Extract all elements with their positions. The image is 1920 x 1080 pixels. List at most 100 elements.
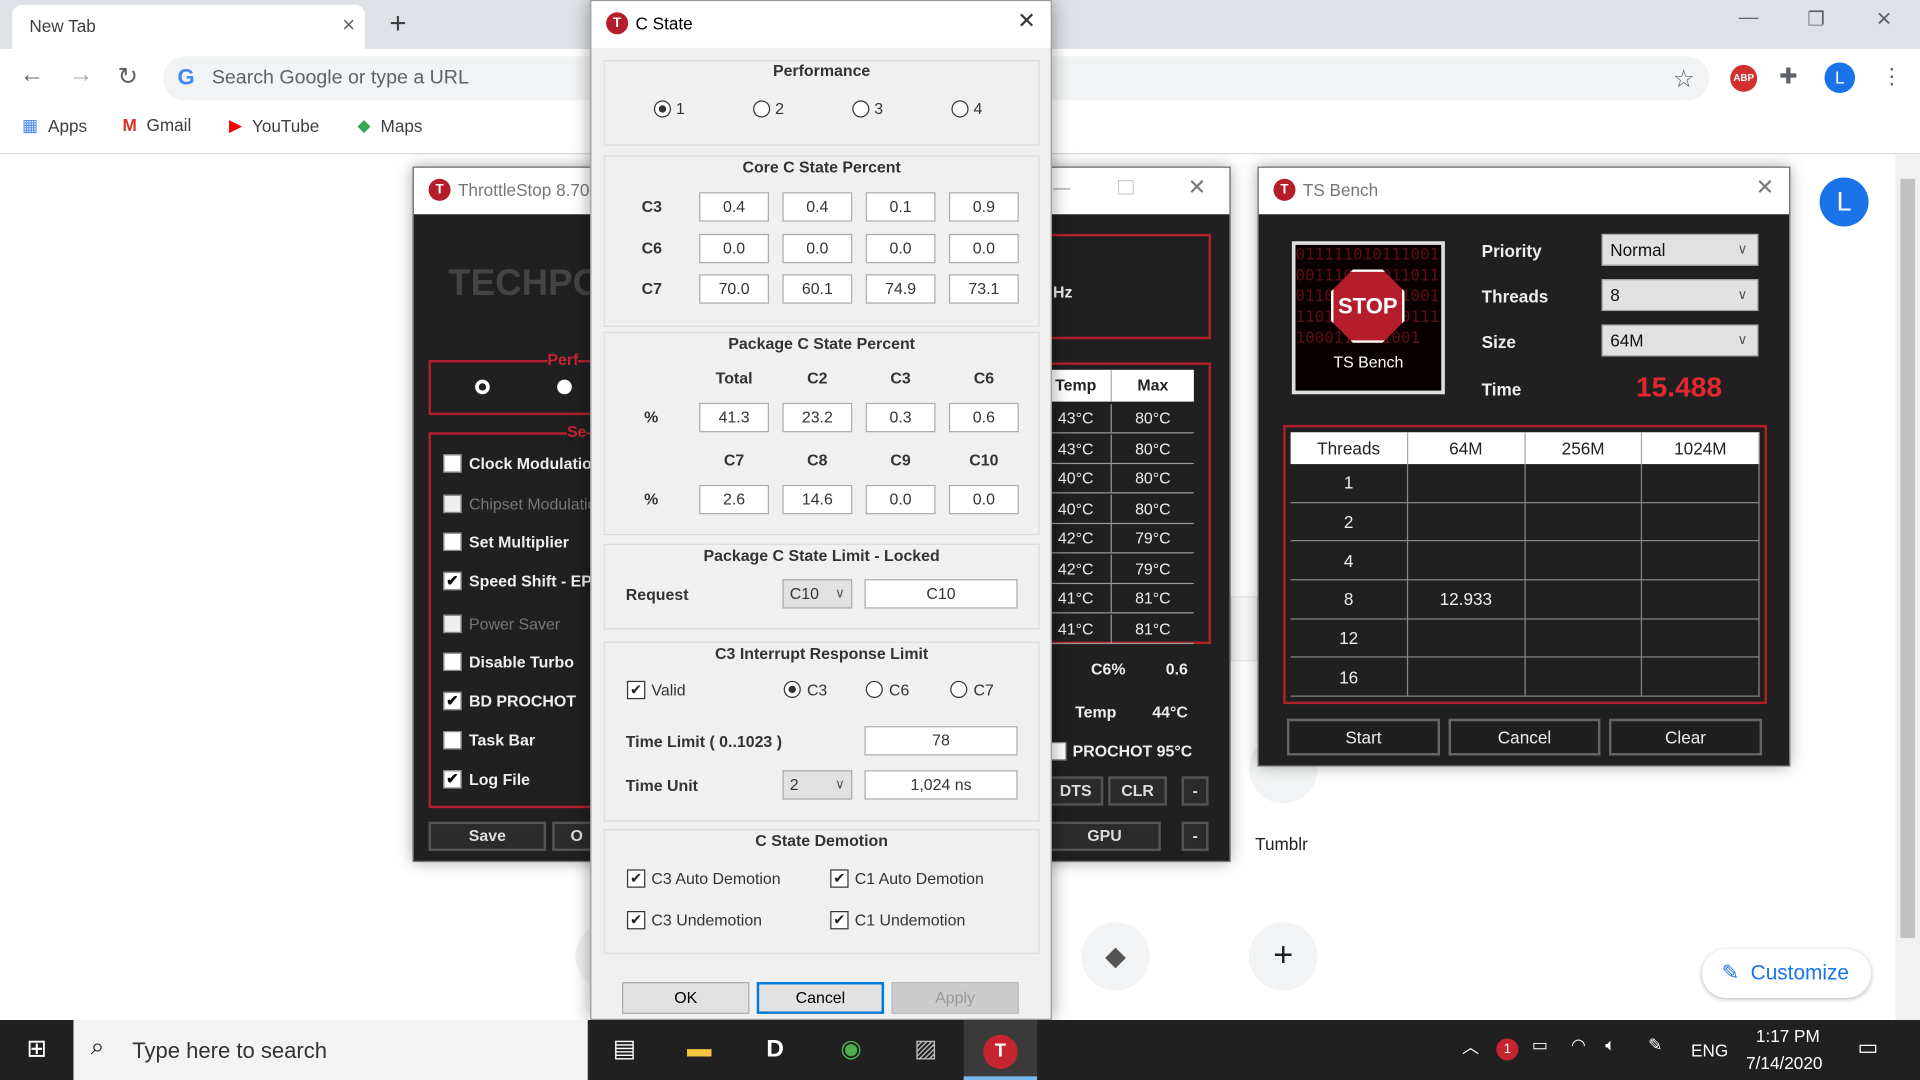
option-checkbox[interactable] (443, 614, 462, 634)
start-button[interactable]: Start (1286, 718, 1441, 756)
ntp-avatar[interactable]: L (1819, 177, 1869, 227)
bookmark-star-icon[interactable]: ☆ (1673, 64, 1695, 95)
tab-new-tab[interactable]: New Tab × (12, 4, 365, 49)
valid-checkbox[interactable]: ✔ (626, 680, 646, 700)
adblock-extension-icon[interactable]: ABP (1730, 64, 1758, 92)
time-unit-select[interactable]: 2 ∨ (782, 770, 853, 800)
interrupt-radio[interactable] (783, 680, 801, 698)
clock-time[interactable]: 1:17 PM (1756, 1026, 1820, 1046)
file-explorer-icon[interactable]: ▬ (662, 1020, 735, 1080)
option-checkbox[interactable]: ✔ (443, 571, 462, 591)
bookmark-gmail[interactable]: M Gmail (122, 115, 191, 135)
bookmark-maps[interactable]: ◆ Maps (358, 115, 423, 136)
performance-radio[interactable] (653, 100, 672, 118)
dts-button[interactable]: DTS (1048, 776, 1104, 806)
gpu-button[interactable]: GPU (1048, 821, 1161, 852)
shortcut-label[interactable]: Tumblr (1255, 834, 1308, 854)
new-tab-button[interactable]: + (389, 7, 406, 41)
omnibox-placeholder: Search Google or type a URL (211, 67, 469, 89)
volume-icon[interactable]: 🔈︎ (1605, 1035, 1615, 1056)
taskbar-search-box[interactable]: ⌕ Type here to search (73, 1020, 588, 1080)
ok-button[interactable]: OK (622, 982, 750, 1014)
package-value: 14.6 (782, 484, 853, 515)
profile-radio[interactable] (557, 379, 572, 395)
add-shortcut-button[interactable]: + (1248, 922, 1318, 991)
minimize-button[interactable]: - (1181, 776, 1209, 806)
profile-radio[interactable] (475, 379, 490, 395)
table-cell (1525, 657, 1643, 697)
minimize-icon[interactable]: — (1739, 7, 1759, 29)
menu-kebab-icon[interactable]: ⋮ (1881, 64, 1903, 90)
performance-radio[interactable] (852, 100, 870, 118)
demotion-checkbox[interactable]: ✔ (626, 911, 646, 930)
customize-button[interactable]: ✎ Customize (1702, 948, 1872, 998)
google-icon: G (177, 64, 195, 90)
app-icon[interactable]: ▨ (889, 1020, 962, 1080)
pen-icon[interactable]: ✎ (1648, 1035, 1662, 1056)
clr-button[interactable]: CLR (1108, 776, 1167, 806)
wifi-icon[interactable]: ◠ (1571, 1035, 1586, 1056)
shortcut-tile[interactable] (1230, 596, 1258, 662)
close-icon[interactable]: ✕ (1756, 175, 1774, 201)
cancel-button[interactable]: Cancel (756, 982, 885, 1014)
chrome-icon[interactable]: ◉ (814, 1020, 887, 1080)
back-icon[interactable]: ← (20, 61, 44, 89)
clock-date[interactable]: 7/14/2020 (1746, 1053, 1822, 1073)
option-checkbox[interactable] (443, 652, 462, 672)
battery-icon[interactable]: ▭ (1532, 1035, 1548, 1056)
performance-radio[interactable] (951, 100, 969, 118)
demotion-checkbox[interactable]: ✔ (830, 869, 849, 888)
option-checkbox[interactable] (443, 494, 462, 514)
option-checkbox[interactable]: ✔ (443, 770, 462, 789)
save-button[interactable]: Save (428, 821, 547, 852)
close-window-icon[interactable]: ✕ (1876, 7, 1892, 31)
chevron-down-icon: ∨ (835, 586, 845, 602)
start-windows-icon[interactable]: ⊞ (0, 1020, 73, 1080)
forward-icon[interactable]: → (69, 61, 93, 89)
throttlestop-taskbar-icon[interactable]: T (963, 1020, 1038, 1080)
reload-icon[interactable]: ↻ (118, 61, 139, 92)
bookmark-youtube[interactable]: ▶ YouTube (229, 115, 319, 136)
tab-close-icon[interactable]: × (342, 12, 355, 38)
threads-select[interactable]: 8 ∨ (1601, 279, 1759, 312)
scrollbar-thumb[interactable] (1900, 178, 1916, 938)
package-value: 41.3 (699, 402, 769, 433)
option-checkbox[interactable] (443, 454, 462, 473)
apply-button[interactable]: Apply (891, 982, 1019, 1014)
radio-label: C7 (973, 680, 994, 700)
page-scrollbar[interactable] (1895, 154, 1920, 1021)
bookmark-apps[interactable]: ▦ Apps (22, 115, 87, 136)
request-select[interactable]: C10 ∨ (782, 579, 853, 609)
option-checkbox[interactable] (443, 731, 462, 750)
interrupt-radio[interactable] (950, 680, 968, 698)
time-limit-input[interactable]: 78 (864, 726, 1018, 756)
option-checkbox[interactable]: ✔ (443, 691, 462, 711)
gpu-minimize-button[interactable]: - (1181, 821, 1209, 852)
extensions-puzzle-icon[interactable]: ✚ (1779, 64, 1797, 90)
demotion-checkbox[interactable]: ✔ (626, 869, 646, 888)
clear-button[interactable]: Clear (1608, 718, 1763, 756)
performance-radio[interactable] (753, 100, 771, 118)
priority-select[interactable]: Normal ∨ (1601, 233, 1759, 266)
table-row: 40°C 80°C (1040, 464, 1194, 494)
profile-avatar[interactable]: L (1824, 62, 1856, 94)
tray-overflow-icon[interactable]: ︿ (1462, 1035, 1479, 1059)
interrupt-radio[interactable] (865, 680, 883, 698)
cancel-button[interactable]: Cancel (1448, 718, 1601, 756)
restore-icon[interactable]: ❐ (1807, 7, 1825, 31)
roblox-shortcut-icon[interactable]: ◆ (1081, 922, 1150, 991)
notifications-icon[interactable]: ▭ (1858, 1035, 1879, 1061)
demotion-checkbox[interactable]: ✔ (830, 911, 849, 930)
close-icon[interactable]: ✕ (1017, 9, 1035, 35)
d-app-icon[interactable]: D (738, 1020, 811, 1080)
language-indicator[interactable]: ENG (1691, 1041, 1728, 1061)
core-value: 73.1 (948, 274, 1019, 304)
size-select[interactable]: 64M ∨ (1601, 324, 1759, 357)
task-view-icon[interactable]: ▤ (588, 1020, 661, 1080)
minimize-icon[interactable]: — (1053, 178, 1070, 198)
close-icon[interactable]: ✕ (1188, 175, 1206, 201)
column-header: 256M (1525, 432, 1643, 465)
throttlestop-tray-icon[interactable]: 1 (1496, 1038, 1519, 1061)
maximize-icon[interactable] (1117, 180, 1134, 195)
option-checkbox[interactable] (443, 532, 462, 552)
